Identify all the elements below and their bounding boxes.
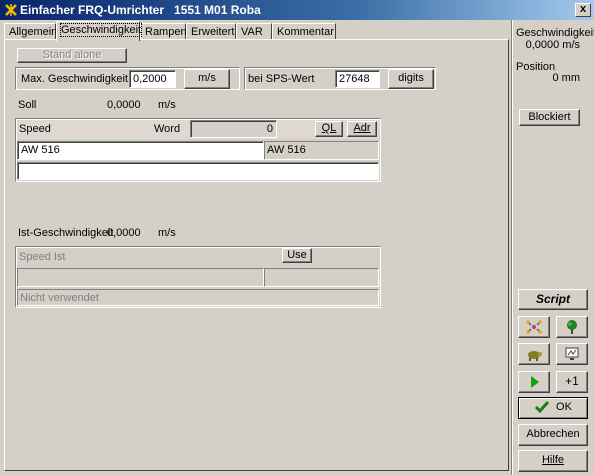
- soll-unit: m/s: [158, 99, 176, 111]
- close-button[interactable]: x: [575, 3, 591, 17]
- cancel-button[interactable]: Abbrechen: [518, 424, 588, 446]
- word-label: Word: [154, 123, 181, 135]
- comment-input[interactable]: [17, 162, 379, 180]
- network-button[interactable]: [518, 316, 550, 338]
- side-position-label: Position: [516, 61, 556, 73]
- plus-one-button[interactable]: +1: [556, 371, 588, 393]
- ql-button[interactable]: QL: [315, 121, 343, 137]
- tab-geschwindigkeit[interactable]: Geschwindigkeit: [56, 21, 143, 41]
- turtle-icon: [528, 351, 542, 361]
- ist-value: 0,0000: [107, 227, 141, 239]
- ist-unit: m/s: [158, 227, 176, 239]
- stand-alone-button: Stand alone: [17, 48, 127, 63]
- title-bar: Einfacher FRQ-Umrichter 1551 M01 Roba x: [0, 0, 594, 20]
- tree-icon: [567, 320, 577, 334]
- blocked-button[interactable]: Blockiert: [519, 109, 580, 126]
- side-speed-label: Geschwindigkeit: [516, 27, 594, 39]
- max-speed-unit-button[interactable]: m/s: [184, 69, 230, 89]
- play-button[interactable]: [518, 371, 550, 393]
- word-value-field: 0: [190, 120, 277, 138]
- side-separator: [511, 20, 513, 475]
- side-speed-value: 0,0000 m/s: [525, 39, 580, 51]
- tab-rampen[interactable]: Rampen: [140, 23, 187, 40]
- monitor-button[interactable]: [556, 343, 588, 365]
- speed-ist-status: Nicht verwendet: [17, 289, 379, 306]
- window-title: Einfacher FRQ-Umrichter 1551 M01 Roba: [20, 3, 261, 17]
- tab-var[interactable]: VAR: [236, 23, 272, 40]
- address-input[interactable]: AW 516: [17, 141, 264, 160]
- check-icon: [534, 401, 550, 414]
- max-speed-input[interactable]: 0,2000: [129, 70, 176, 88]
- tab-allgemein[interactable]: Allgemein: [4, 23, 57, 40]
- tree-button[interactable]: [556, 316, 588, 338]
- monitor-icon: [565, 347, 579, 360]
- speed-ist-field-right: [264, 268, 379, 287]
- network-icon: [526, 320, 542, 334]
- turtle-button[interactable]: [518, 343, 550, 365]
- ok-button[interactable]: OK: [518, 397, 588, 419]
- sps-label: bei SPS-Wert: [248, 73, 315, 85]
- ist-label: Ist-Geschwindigkeit: [18, 227, 114, 239]
- speed-ist-field-left: [17, 268, 264, 287]
- max-speed-label: Max. Geschwindigkeit: [21, 73, 128, 85]
- tab-erweitert[interactable]: Erweitert: [186, 23, 236, 40]
- sps-unit-button[interactable]: digits: [388, 69, 434, 89]
- play-icon: [531, 376, 539, 388]
- script-button[interactable]: Script: [518, 289, 588, 310]
- soll-value: 0,0000: [107, 99, 141, 111]
- adr-button[interactable]: Adr: [347, 121, 377, 137]
- soll-label: Soll: [18, 99, 37, 111]
- help-button[interactable]: Hilfe: [518, 450, 588, 472]
- tab-kommentar[interactable]: Kommentar: [272, 23, 336, 40]
- use-button[interactable]: Use: [282, 248, 312, 263]
- side-position-value: 0 mm: [552, 72, 581, 84]
- speed-ist-name: Speed Ist: [19, 251, 66, 263]
- app-icon: [5, 4, 17, 16]
- sps-input[interactable]: 27648: [335, 70, 380, 88]
- speed-name: Speed: [19, 123, 51, 135]
- address-readonly: AW 516: [264, 141, 379, 160]
